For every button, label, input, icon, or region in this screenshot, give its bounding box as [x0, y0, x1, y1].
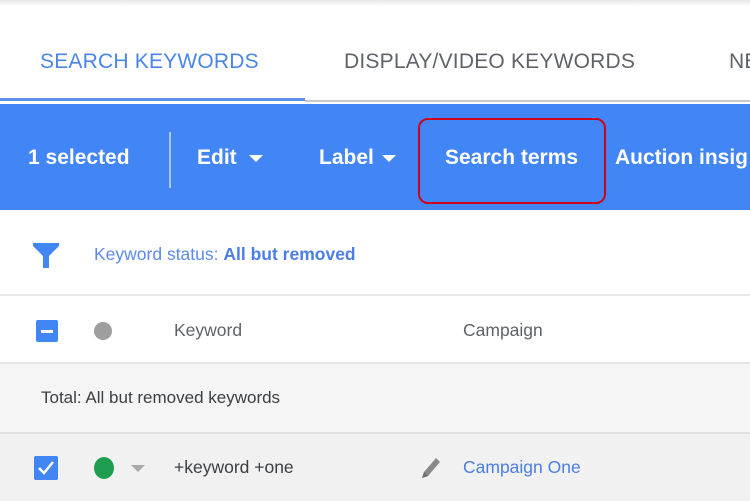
checkmark-icon — [38, 461, 54, 475]
tab-divider — [305, 100, 750, 102]
selected-count: 1 selected — [28, 146, 130, 169]
select-all-checkbox[interactable] — [36, 320, 58, 342]
annotation-highlight-box — [418, 118, 606, 204]
table-row: +keyword +one Campaign One — [0, 434, 750, 501]
tab-search-keywords[interactable]: SEARCH KEYWORDS — [40, 50, 259, 74]
column-header-keyword[interactable]: Keyword — [174, 320, 242, 341]
status-enabled-icon — [94, 457, 114, 479]
label-label: Label — [319, 146, 374, 169]
total-label: Total: All but removed keywords — [41, 388, 281, 407]
edit-label: Edit — [197, 146, 237, 169]
filter-funnel-icon[interactable] — [33, 241, 59, 269]
total-row: Total: All but removed keywords — [0, 364, 750, 434]
keyword-tabs: SEARCH KEYWORDS DISPLAY/VIDEO KEYWORDS N… — [0, 0, 750, 102]
keyword-cell: +keyword +one — [174, 457, 294, 477]
tab-display-video-keywords[interactable]: DISPLAY/VIDEO KEYWORDS — [344, 50, 635, 74]
caret-down-icon — [248, 154, 263, 162]
status-dropdown-icon[interactable] — [131, 465, 145, 472]
filter-prefix: Keyword status: — [94, 244, 224, 264]
filter-bar: Keyword status: All but removed — [0, 210, 750, 296]
row-checkbox[interactable] — [34, 456, 58, 480]
active-tab-indicator — [0, 98, 305, 101]
edit-button[interactable]: Edit — [197, 146, 263, 170]
tab-negative-keywords[interactable]: NE — [729, 50, 750, 74]
status-column-icon — [94, 322, 112, 340]
filter-chip[interactable]: Keyword status: All but removed — [94, 244, 356, 265]
toolbar-divider — [169, 132, 171, 188]
auction-insights-button[interactable]: Auction insig — [615, 146, 748, 170]
selection-toolbar: 1 selected Edit Label Search terms Aucti… — [0, 104, 750, 210]
filter-value: All but removed — [223, 244, 356, 264]
label-button[interactable]: Label — [319, 146, 396, 170]
campaign-link[interactable]: Campaign One — [463, 457, 581, 478]
column-header-campaign[interactable]: Campaign — [463, 320, 543, 341]
pencil-edit-icon[interactable] — [418, 454, 444, 482]
table-header: Keyword Campaign — [0, 296, 750, 364]
caret-down-icon — [381, 154, 396, 162]
